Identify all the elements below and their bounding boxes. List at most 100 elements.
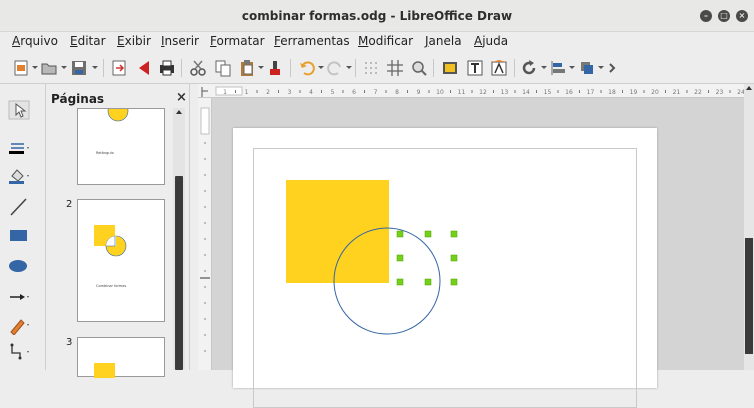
menu-janela[interactable]: Janela: [425, 34, 462, 48]
rotate-dropdown-icon[interactable]: [541, 66, 547, 69]
ellipse-tool-icon[interactable]: [8, 255, 30, 275]
vertical-ruler[interactable]: [198, 98, 212, 370]
thumbnail-2-number: 2: [66, 199, 73, 210]
align-objects-icon[interactable]: [549, 59, 567, 77]
rectangle-tool-icon[interactable]: [8, 225, 30, 245]
canvas-scroll-thumb[interactable]: [745, 238, 753, 354]
zoom-pan-icon[interactable]: [410, 59, 428, 77]
ruler-label: 13: [501, 89, 509, 96]
menu-editar[interactable]: Editar: [70, 34, 106, 48]
redo-icon[interactable]: [326, 59, 344, 77]
title-bar: combinar formas.odg - LibreOffice Draw –…: [0, 0, 754, 32]
select-tool-icon[interactable]: [8, 100, 30, 120]
page-thumbnail-1[interactable]: Retângulo: [77, 108, 165, 185]
redo-dropdown-icon[interactable]: [346, 66, 352, 69]
ruler-tick: [342, 90, 344, 93]
insert-image-icon[interactable]: [441, 59, 459, 77]
page-thumbnail-3[interactable]: [77, 337, 165, 378]
ruler-label: 11: [458, 89, 466, 96]
drawing-canvas[interactable]: [212, 98, 744, 408]
drawing-page[interactable]: [233, 128, 657, 408]
open-folder-icon[interactable]: [40, 59, 58, 77]
pages-panel-scrollbar[interactable]: [173, 108, 185, 370]
connector-tool-icon[interactable]: [8, 342, 30, 362]
ruler-label: 20: [651, 89, 659, 96]
ruler-tick: [278, 90, 279, 93]
ruler-tick: [299, 90, 301, 93]
minimize-icon[interactable]: –: [700, 10, 712, 22]
new-dropdown-icon[interactable]: [32, 66, 38, 69]
helplines-icon[interactable]: [386, 59, 404, 77]
ruler-tick: [665, 90, 666, 93]
export-icon[interactable]: [110, 59, 128, 77]
new-document-icon[interactable]: [12, 59, 30, 77]
ruler-tick: [364, 90, 365, 93]
ruler-label: 21: [673, 89, 681, 96]
ruler-label: 17: [587, 89, 595, 96]
selection-handle-top-left[interactable]: [396, 230, 404, 238]
selection-handle-bottom-left[interactable]: [396, 278, 404, 286]
grid-icon[interactable]: [362, 59, 380, 77]
undo-dropdown-icon[interactable]: [318, 66, 324, 69]
selection-handle-bottom[interactable]: [424, 278, 432, 286]
paste-dropdown-icon[interactable]: [258, 66, 264, 69]
page-thumbnail-2[interactable]: Combinar formas: [77, 199, 165, 322]
line-color-icon[interactable]: [8, 138, 30, 158]
horizontal-ruler[interactable]: 1 1 2 3 4 5 6 7 8 9 10 11 12 13 14 15 16 17 18 19 20 21 22 23 24: [198, 84, 754, 98]
menu-ferramentas[interactable]: Ferramentas: [274, 34, 350, 48]
ruler-label: 18: [608, 89, 616, 96]
ruler-tick: [385, 90, 387, 93]
thumbnail-1-preview: [107, 109, 129, 122]
arrange-dropdown-icon[interactable]: [598, 66, 604, 69]
fill-color-icon[interactable]: [8, 166, 30, 186]
align-dropdown-icon[interactable]: [569, 66, 575, 69]
pages-panel-close-button[interactable]: ×: [176, 90, 187, 105]
ruler-label: 3: [288, 89, 292, 96]
canvas-scrollbar[interactable]: [744, 84, 754, 370]
arrange-icon[interactable]: [578, 59, 596, 77]
scroll-up-icon[interactable]: [176, 110, 182, 114]
selection-handle-right[interactable]: [450, 254, 458, 262]
menu-exibir[interactable]: Exibir: [117, 34, 151, 48]
arrow-tool-icon[interactable]: [8, 287, 30, 307]
menu-arquivo[interactable]: Arquivo: [12, 34, 58, 48]
curve-tool-icon[interactable]: [8, 315, 30, 335]
drawing-toolbar: [0, 84, 46, 370]
undo-icon[interactable]: [298, 59, 316, 77]
ruler-tick: [471, 90, 473, 93]
rotate-icon[interactable]: [520, 59, 538, 77]
paste-icon[interactable]: [238, 59, 256, 77]
ruler-label: 12: [479, 89, 487, 96]
ruler-tick: [729, 90, 731, 93]
more-tools-icon[interactable]: [606, 59, 624, 77]
ruler-label: 16: [565, 89, 573, 96]
save-dropdown-icon[interactable]: [92, 66, 98, 69]
print-icon[interactable]: [158, 59, 176, 77]
window-title: combinar formas.odg - LibreOffice Draw: [241, 9, 513, 23]
save-icon[interactable]: [70, 59, 88, 77]
export-pdf-icon[interactable]: [135, 59, 153, 77]
cut-icon[interactable]: [189, 59, 207, 77]
yellow-square[interactable]: [286, 180, 389, 283]
menu-ajuda[interactable]: Ajuda: [474, 34, 508, 48]
selection-handle-left[interactable]: [396, 254, 404, 262]
canvas-scroll-up-icon[interactable]: [746, 86, 752, 90]
menu-inserir[interactable]: Inserir: [161, 34, 199, 48]
menu-bar: Arquivo Editar Exibir Inserir Formatar F…: [0, 32, 754, 52]
menu-formatar[interactable]: Formatar: [210, 34, 265, 48]
ruler-tick: [622, 90, 623, 93]
open-dropdown-icon[interactable]: [61, 66, 67, 69]
ruler-label: 9: [417, 89, 421, 96]
menu-modificar[interactable]: Modificar: [358, 34, 413, 48]
maximize-icon[interactable]: □: [718, 10, 730, 22]
line-tool-icon[interactable]: [8, 197, 30, 217]
insert-textbox-icon[interactable]: [466, 59, 484, 77]
selection-handle-top[interactable]: [424, 230, 432, 238]
insert-fontwork-icon[interactable]: [490, 59, 508, 77]
selection-handle-top-right[interactable]: [450, 230, 458, 238]
selection-handle-bottom-right[interactable]: [450, 278, 458, 286]
close-window-icon[interactable]: ×: [736, 10, 748, 22]
copy-icon[interactable]: [214, 59, 232, 77]
pages-scroll-thumb[interactable]: [175, 176, 183, 370]
clone-formatting-icon[interactable]: [266, 59, 284, 77]
